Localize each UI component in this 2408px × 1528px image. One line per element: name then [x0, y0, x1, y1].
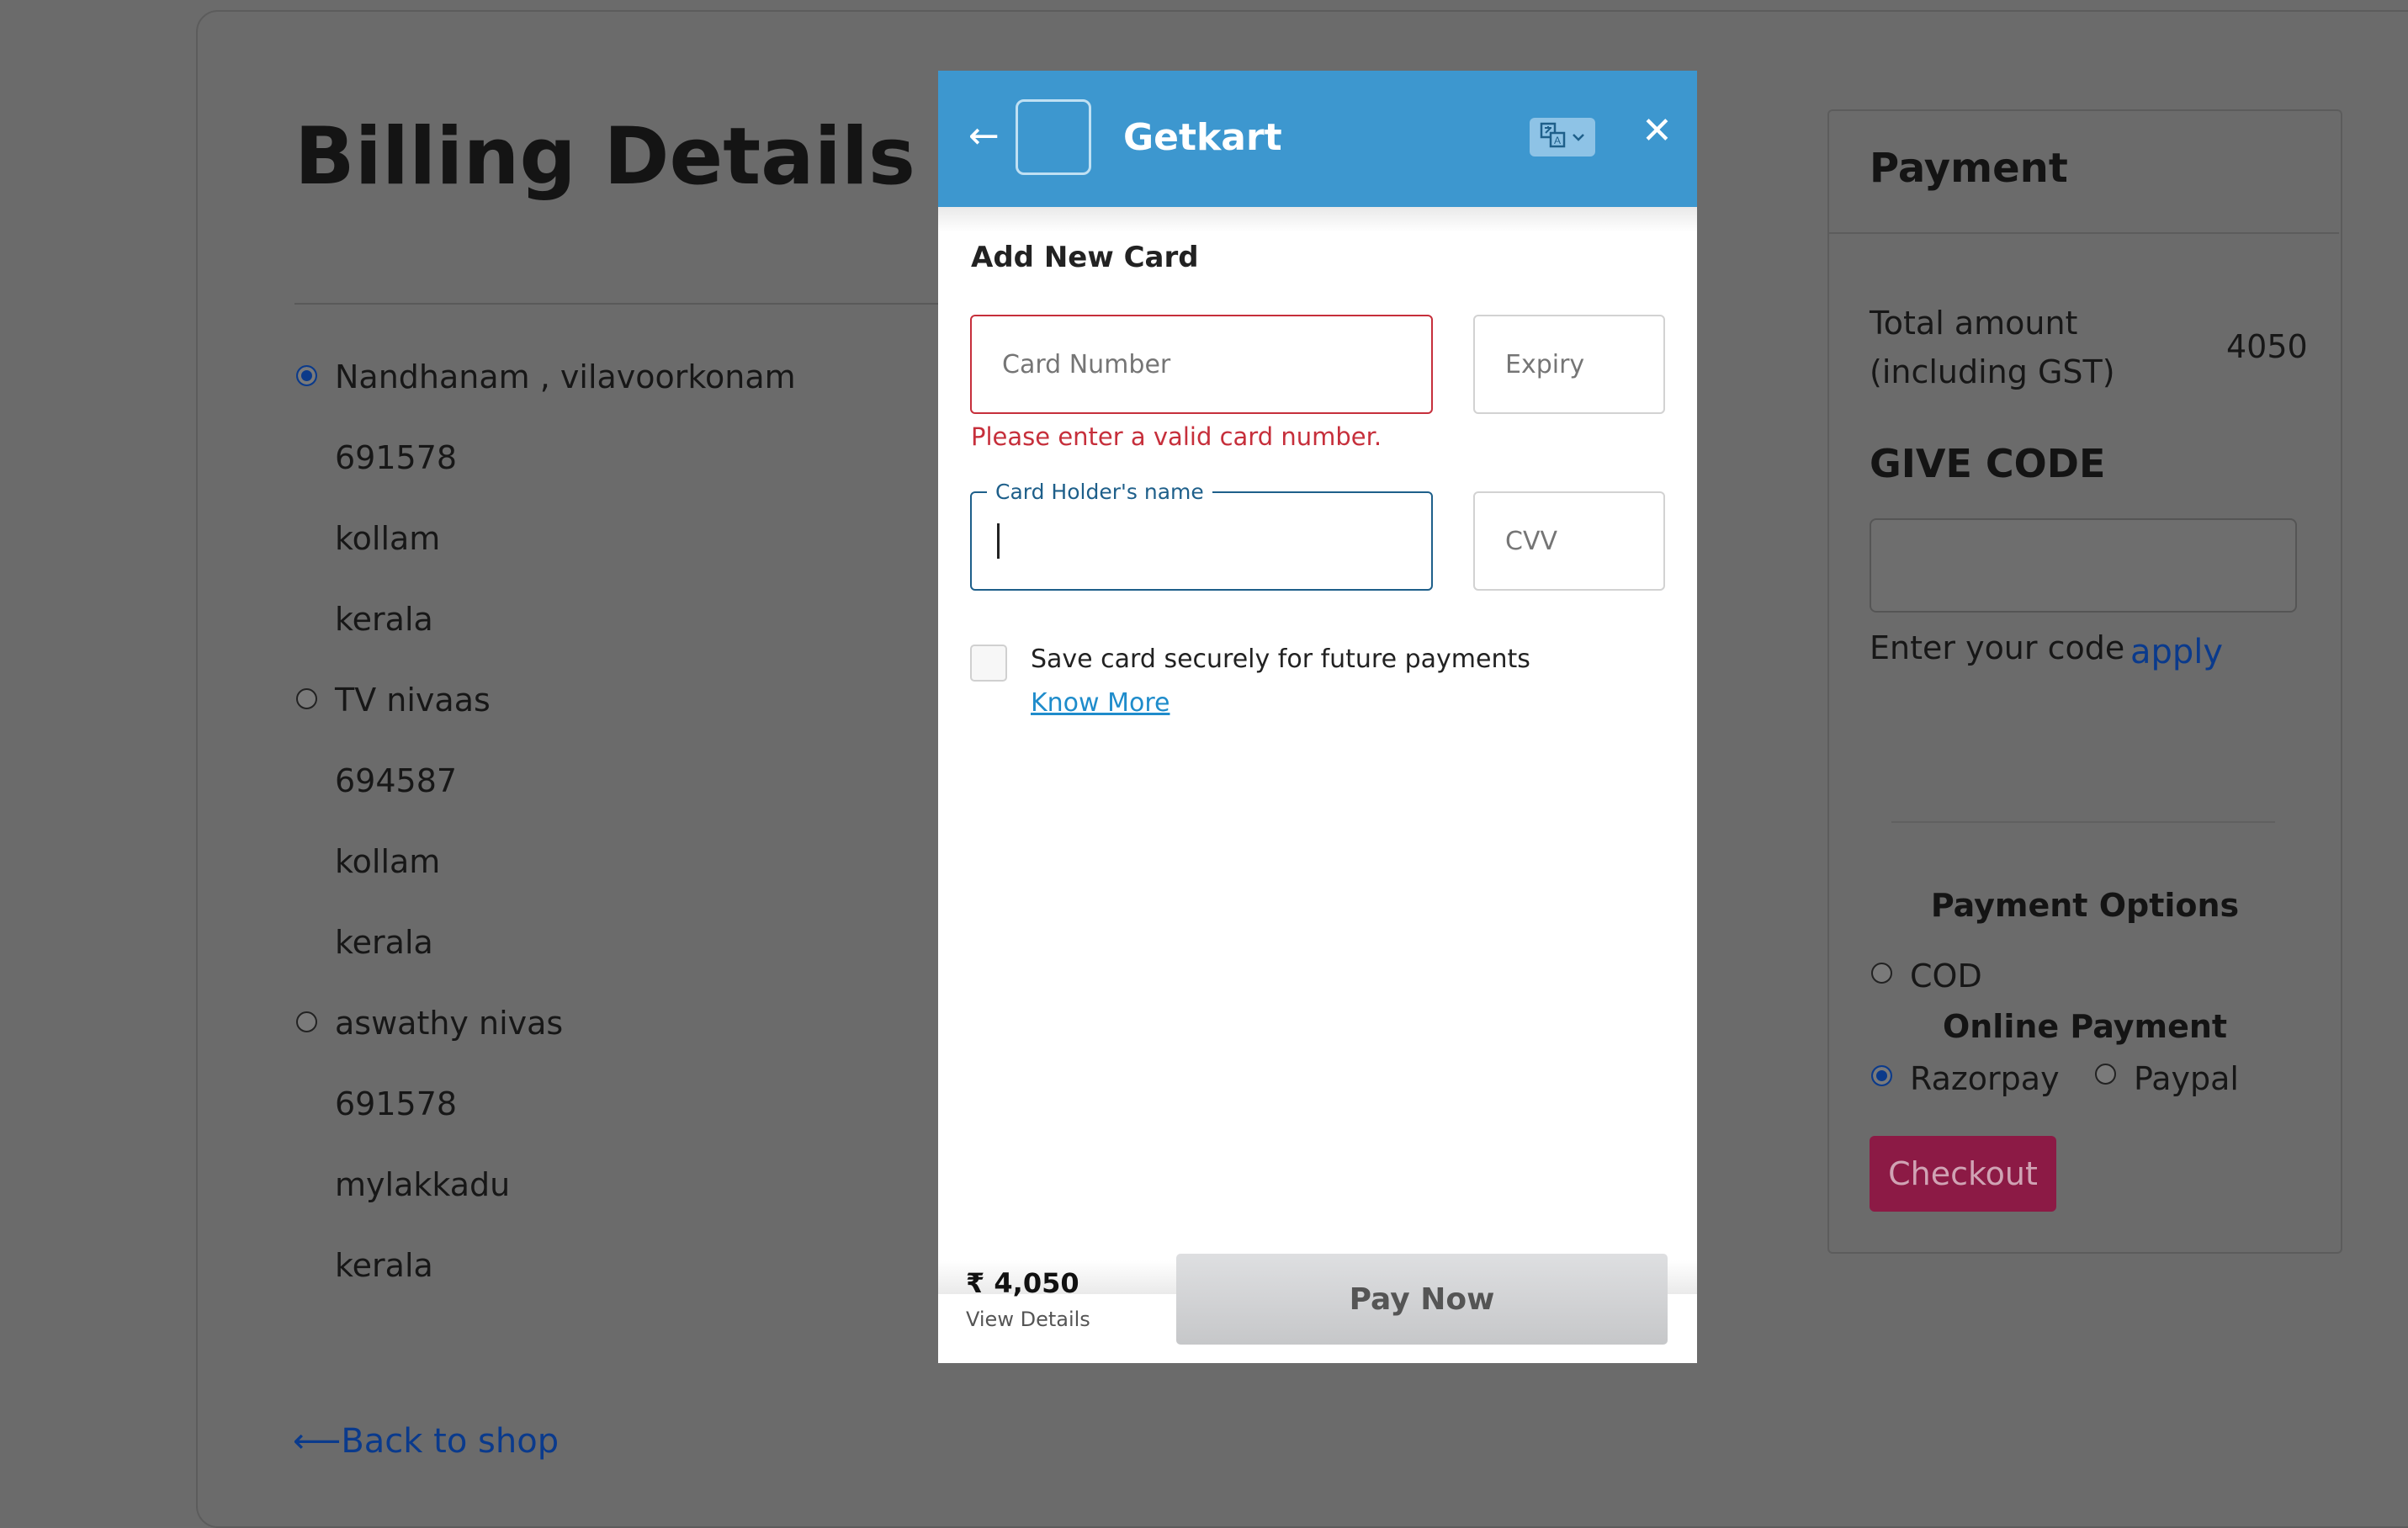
total-amount-value: 4050: [2226, 328, 2308, 365]
address-name: Nandhanam , vilavoorkonam: [335, 358, 796, 395]
address-city: kollam: [335, 843, 441, 880]
header-shadow: [938, 207, 1697, 232]
address-state: kerala: [335, 924, 433, 961]
cvv-input[interactable]: [1473, 491, 1665, 591]
know-more-link[interactable]: Know More: [1031, 688, 1170, 718]
card-holder-input[interactable]: [970, 491, 1433, 591]
svg-text:A: A: [1554, 135, 1561, 146]
payment-title: Payment: [1870, 145, 2068, 192]
address-state: kerala: [335, 601, 433, 638]
close-icon[interactable]: ✕: [1642, 109, 1673, 152]
back-to-shop-link[interactable]: ⟵Back to shop: [293, 1422, 559, 1461]
coupon-code-input[interactable]: [1870, 518, 2297, 613]
address-name: aswathy nivas: [335, 1005, 564, 1042]
cod-radio[interactable]: [1871, 963, 1892, 984]
address-radio-3[interactable]: [296, 1011, 317, 1032]
card-holder-label: Card Holder's name: [987, 480, 1212, 504]
payment-panel: [1827, 109, 2342, 1254]
address-city: mylakkadu: [335, 1166, 511, 1203]
paypal-radio[interactable]: [2095, 1064, 2116, 1085]
save-card-label: Save card securely for future payments: [1031, 645, 1530, 674]
card-number-error: Please enter a valid card number.: [971, 422, 1382, 451]
merchant-name: Getkart: [1123, 116, 1282, 159]
address-city: kollam: [335, 520, 441, 557]
cod-label: COD: [1910, 958, 1982, 995]
text-caret: [997, 523, 1000, 559]
divider: [1891, 821, 2275, 823]
razorpay-radio[interactable]: [1871, 1065, 1892, 1086]
paypal-label: Paypal: [2134, 1060, 2239, 1097]
pay-now-button[interactable]: Pay Now: [1176, 1254, 1668, 1345]
payment-options-heading: Payment Options: [1930, 887, 2240, 924]
merchant-logo: [1016, 99, 1091, 175]
divider: [1829, 232, 2339, 234]
order-amount: ₹ 4,050: [966, 1267, 1079, 1299]
modal-header: ← Getkart A ✕: [938, 71, 1697, 207]
save-card-checkbox[interactable]: [970, 645, 1007, 682]
arrow-left-icon[interactable]: ←: [968, 114, 1000, 157]
address-state: kerala: [335, 1247, 433, 1284]
address-pin: 691578: [335, 439, 458, 476]
give-code-heading: GIVE CODE: [1870, 441, 2106, 486]
enter-code-label: Enter your code: [1870, 629, 2125, 666]
language-selector[interactable]: A: [1530, 118, 1595, 157]
address-radio-1[interactable]: [296, 365, 317, 386]
payment-modal: ← Getkart A ✕ Add New Card Please enter …: [938, 71, 1697, 1363]
razorpay-label: Razorpay: [1910, 1060, 2060, 1097]
checkout-button[interactable]: Checkout: [1870, 1136, 2056, 1212]
card-number-input[interactable]: [970, 315, 1433, 414]
address-name: TV nivaas: [335, 682, 491, 719]
expiry-input[interactable]: [1473, 315, 1665, 414]
apply-code-link[interactable]: apply: [2130, 633, 2223, 671]
total-amount-sublabel: (including GST): [1870, 353, 2115, 390]
view-details-link[interactable]: View Details: [966, 1308, 1090, 1331]
address-pin: 694587: [335, 762, 458, 799]
address-radio-2[interactable]: [296, 688, 317, 709]
total-amount-label: Total amount: [1870, 305, 2078, 342]
translate-icon: A: [1540, 122, 1567, 152]
chevron-down-icon: [1572, 130, 1585, 146]
online-payment-heading: Online Payment: [1942, 1008, 2228, 1045]
divider: [294, 303, 938, 305]
add-card-title: Add New Card: [971, 241, 1199, 274]
address-pin: 691578: [335, 1085, 458, 1122]
page-title: Billing Details: [294, 111, 916, 203]
